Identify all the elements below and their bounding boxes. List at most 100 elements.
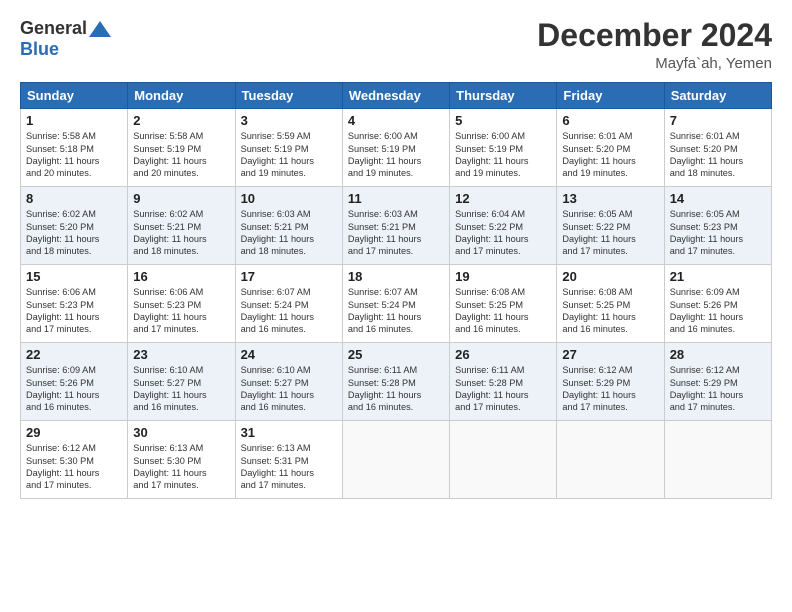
day-number: 29 [26,425,122,440]
calendar-cell: 7 Sunrise: 6:01 AM Sunset: 5:20 PM Daylig… [664,109,771,187]
col-header-saturday: Saturday [664,83,771,109]
day-number: 21 [670,269,766,284]
col-header-tuesday: Tuesday [235,83,342,109]
calendar-cell: 26 Sunrise: 6:11 AM Sunset: 5:28 PM Dayli… [450,343,557,421]
calendar-cell: 31 Sunrise: 6:13 AM Sunset: 5:31 PM Dayli… [235,421,342,499]
day-number: 6 [562,113,658,128]
day-number: 24 [241,347,337,362]
logo-icon [89,21,111,37]
day-number: 25 [348,347,444,362]
cell-info: Sunrise: 6:11 AM Sunset: 5:28 PM Dayligh… [348,364,444,414]
cell-info: Sunrise: 6:03 AM Sunset: 5:21 PM Dayligh… [348,208,444,258]
cell-info: Sunrise: 6:09 AM Sunset: 5:26 PM Dayligh… [26,364,122,414]
calendar-cell: 15 Sunrise: 6:06 AM Sunset: 5:23 PM Dayli… [21,265,128,343]
day-number: 17 [241,269,337,284]
day-number: 27 [562,347,658,362]
cell-info: Sunrise: 6:08 AM Sunset: 5:25 PM Dayligh… [562,286,658,336]
calendar-cell [342,421,449,499]
col-header-wednesday: Wednesday [342,83,449,109]
day-number: 11 [348,191,444,206]
calendar-cell: 21 Sunrise: 6:09 AM Sunset: 5:26 PM Dayli… [664,265,771,343]
calendar-table: SundayMondayTuesdayWednesdayThursdayFrid… [20,82,772,499]
calendar-cell: 8Sunrise: 6:02 AM Sunset: 5:20 PM Daylig… [21,187,128,265]
calendar-cell: 27 Sunrise: 6:12 AM Sunset: 5:29 PM Dayli… [557,343,664,421]
cell-info: Sunrise: 6:09 AM Sunset: 5:26 PM Dayligh… [670,286,766,336]
day-number: 7 [670,113,766,128]
calendar-cell: 16Sunrise: 6:06 AM Sunset: 5:23 PM Dayli… [128,265,235,343]
cell-info: Sunrise: 6:01 AM Sunset: 5:20 PM Dayligh… [562,130,658,180]
title-block: December 2024 Mayfa`ah, Yemen [537,18,772,72]
cell-info: Sunrise: 6:04 AM Sunset: 5:22 PM Dayligh… [455,208,551,258]
calendar-cell: 14Sunrise: 6:05 AM Sunset: 5:23 PM Dayli… [664,187,771,265]
cell-info: Sunrise: 6:05 AM Sunset: 5:23 PM Dayligh… [670,208,766,258]
cell-info: Sunrise: 6:10 AM Sunset: 5:27 PM Dayligh… [241,364,337,414]
calendar-cell: 12 Sunrise: 6:04 AM Sunset: 5:22 PM Dayli… [450,187,557,265]
logo: General Blue [20,18,111,60]
calendar-cell: 1Sunrise: 5:58 AM Sunset: 5:18 PM Daylig… [21,109,128,187]
calendar-cell: 22 Sunrise: 6:09 AM Sunset: 5:26 PM Dayli… [21,343,128,421]
calendar-week-3: 15 Sunrise: 6:06 AM Sunset: 5:23 PM Dayli… [21,265,772,343]
calendar-cell: 28Sunrise: 6:12 AM Sunset: 5:29 PM Dayli… [664,343,771,421]
calendar-cell: 23 Sunrise: 6:10 AM Sunset: 5:27 PM Dayli… [128,343,235,421]
cell-info: Sunrise: 6:13 AM Sunset: 5:30 PM Dayligh… [133,442,229,492]
cell-info: Sunrise: 6:01 AM Sunset: 5:20 PM Dayligh… [670,130,766,180]
calendar-week-4: 22 Sunrise: 6:09 AM Sunset: 5:26 PM Dayli… [21,343,772,421]
day-number: 2 [133,113,229,128]
calendar-cell: 4Sunrise: 6:00 AM Sunset: 5:19 PM Daylig… [342,109,449,187]
calendar-cell: 6 Sunrise: 6:01 AM Sunset: 5:20 PM Daylig… [557,109,664,187]
calendar-header-row: SundayMondayTuesdayWednesdayThursdayFrid… [21,83,772,109]
location: Mayfa`ah, Yemen [537,55,772,72]
cell-info: Sunrise: 5:59 AM Sunset: 5:19 PM Dayligh… [241,130,337,180]
day-number: 16 [133,269,229,284]
cell-info: Sunrise: 6:05 AM Sunset: 5:22 PM Dayligh… [562,208,658,258]
calendar-cell: 2 Sunrise: 5:58 AM Sunset: 5:19 PM Daylig… [128,109,235,187]
cell-info: Sunrise: 6:12 AM Sunset: 5:30 PM Dayligh… [26,442,122,492]
cell-info: Sunrise: 6:08 AM Sunset: 5:25 PM Dayligh… [455,286,551,336]
day-number: 22 [26,347,122,362]
calendar-cell: 19 Sunrise: 6:08 AM Sunset: 5:25 PM Dayli… [450,265,557,343]
cell-info: Sunrise: 6:12 AM Sunset: 5:29 PM Dayligh… [562,364,658,414]
day-number: 13 [562,191,658,206]
day-number: 19 [455,269,551,284]
day-number: 12 [455,191,551,206]
day-number: 5 [455,113,551,128]
calendar-cell: 3 Sunrise: 5:59 AM Sunset: 5:19 PM Daylig… [235,109,342,187]
day-number: 15 [26,269,122,284]
cell-info: Sunrise: 6:00 AM Sunset: 5:19 PM Dayligh… [455,130,551,180]
day-number: 31 [241,425,337,440]
day-number: 4 [348,113,444,128]
calendar-week-5: 29 Sunrise: 6:12 AM Sunset: 5:30 PM Dayli… [21,421,772,499]
calendar-cell: 29 Sunrise: 6:12 AM Sunset: 5:30 PM Dayli… [21,421,128,499]
col-header-monday: Monday [128,83,235,109]
logo-blue: Blue [20,39,59,59]
calendar-cell: 10Sunrise: 6:03 AM Sunset: 5:21 PM Dayli… [235,187,342,265]
day-number: 3 [241,113,337,128]
calendar-week-2: 8Sunrise: 6:02 AM Sunset: 5:20 PM Daylig… [21,187,772,265]
cell-info: Sunrise: 6:03 AM Sunset: 5:21 PM Dayligh… [241,208,337,258]
cell-info: Sunrise: 6:02 AM Sunset: 5:21 PM Dayligh… [133,208,229,258]
calendar-cell: 11 Sunrise: 6:03 AM Sunset: 5:21 PM Dayli… [342,187,449,265]
page-header: General Blue December 2024 Mayfa`ah, Yem… [20,18,772,72]
logo-general: General [20,18,87,39]
calendar-cell: 30Sunrise: 6:13 AM Sunset: 5:30 PM Dayli… [128,421,235,499]
day-number: 23 [133,347,229,362]
cell-info: Sunrise: 6:10 AM Sunset: 5:27 PM Dayligh… [133,364,229,414]
calendar-page: General Blue December 2024 Mayfa`ah, Yem… [0,0,792,612]
cell-info: Sunrise: 5:58 AM Sunset: 5:19 PM Dayligh… [133,130,229,180]
calendar-cell: 24 Sunrise: 6:10 AM Sunset: 5:27 PM Dayli… [235,343,342,421]
cell-info: Sunrise: 6:07 AM Sunset: 5:24 PM Dayligh… [241,286,337,336]
calendar-cell [557,421,664,499]
day-number: 26 [455,347,551,362]
calendar-cell: 17 Sunrise: 6:07 AM Sunset: 5:24 PM Dayli… [235,265,342,343]
calendar-cell: 9Sunrise: 6:02 AM Sunset: 5:21 PM Daylig… [128,187,235,265]
calendar-cell: 5 Sunrise: 6:00 AM Sunset: 5:19 PM Daylig… [450,109,557,187]
calendar-cell: 13 Sunrise: 6:05 AM Sunset: 5:22 PM Dayli… [557,187,664,265]
col-header-sunday: Sunday [21,83,128,109]
col-header-thursday: Thursday [450,83,557,109]
cell-info: Sunrise: 6:13 AM Sunset: 5:31 PM Dayligh… [241,442,337,492]
cell-info: Sunrise: 6:06 AM Sunset: 5:23 PM Dayligh… [26,286,122,336]
cell-info: Sunrise: 6:11 AM Sunset: 5:28 PM Dayligh… [455,364,551,414]
cell-info: Sunrise: 6:02 AM Sunset: 5:20 PM Dayligh… [26,208,122,258]
day-number: 1 [26,113,122,128]
calendar-cell [450,421,557,499]
